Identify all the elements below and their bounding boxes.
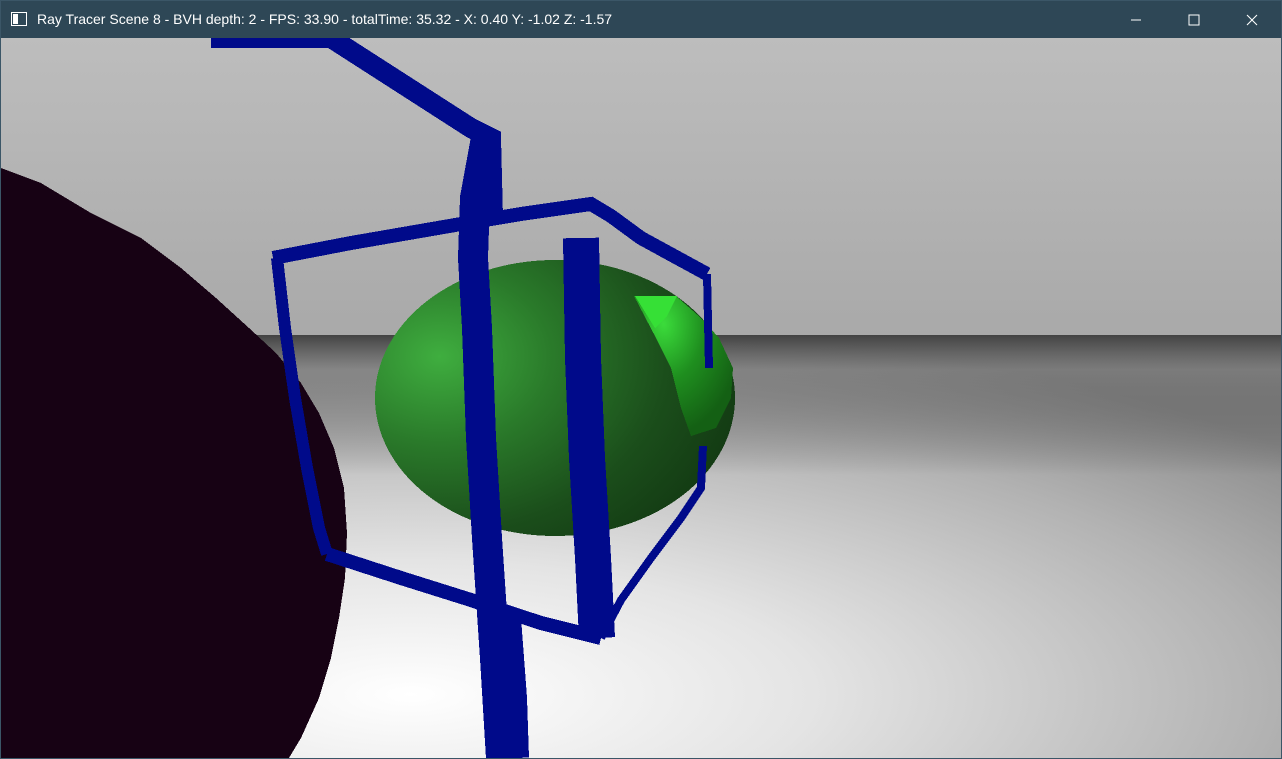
ray-tracer-window: Ray Tracer Scene 8 - BVH depth: 2 - FPS:… bbox=[0, 0, 1282, 759]
render-viewport[interactable] bbox=[1, 38, 1281, 758]
minimize-icon bbox=[1131, 19, 1141, 20]
title-bar[interactable]: Ray Tracer Scene 8 - BVH depth: 2 - FPS:… bbox=[0, 0, 1282, 38]
minimize-button[interactable] bbox=[1107, 1, 1165, 38]
window-controls bbox=[1107, 1, 1281, 38]
app-window-icon bbox=[11, 12, 27, 26]
maximize-icon bbox=[1188, 14, 1200, 25]
maximize-button[interactable] bbox=[1165, 1, 1223, 38]
close-button[interactable] bbox=[1223, 1, 1281, 38]
rendered-scene bbox=[1, 38, 1281, 758]
close-icon bbox=[1246, 14, 1258, 25]
window-title: Ray Tracer Scene 8 - BVH depth: 2 - FPS:… bbox=[37, 11, 613, 27]
